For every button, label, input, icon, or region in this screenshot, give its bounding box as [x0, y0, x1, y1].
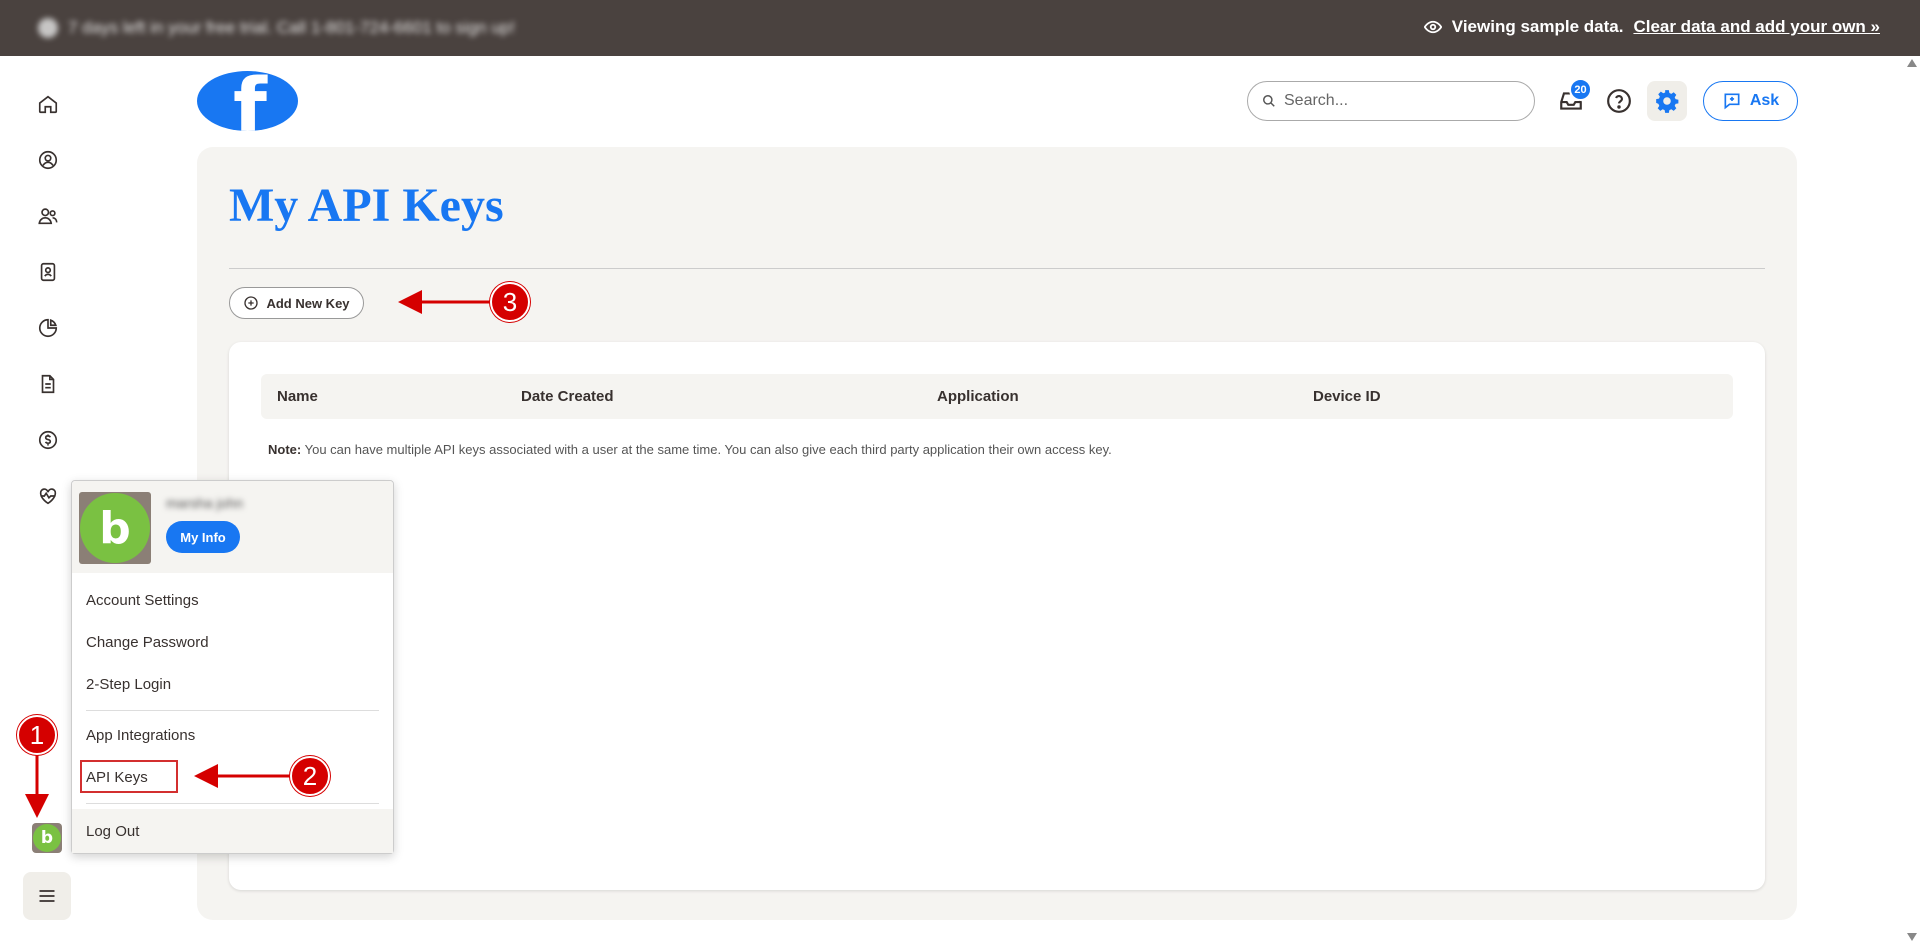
company-logo[interactable]: f: [197, 71, 298, 131]
people-icon[interactable]: [36, 204, 60, 228]
scroll-down-icon[interactable]: [1907, 933, 1917, 941]
log-out-label: Log Out: [86, 823, 140, 840]
column-name[interactable]: Name: [277, 388, 318, 405]
inbox-count-badge: 20: [1569, 78, 1592, 101]
logo-glyph: f: [233, 71, 267, 131]
menu-item-log-out[interactable]: Log Out: [72, 809, 393, 853]
search-icon: [1263, 95, 1275, 107]
step-3-marker: 3: [490, 282, 530, 322]
settings-button[interactable]: [1647, 81, 1687, 121]
scroll-up-icon[interactable]: [1907, 59, 1917, 67]
add-new-key-label: Add New Key: [266, 295, 350, 311]
viewing-text: Viewing sample data.: [1451, 17, 1624, 36]
menu-item-app-integrations[interactable]: App Integrations: [86, 727, 195, 744]
trial-banner: 7 days left in your free trial. Call 1-8…: [0, 0, 1920, 56]
gear-icon: [1656, 90, 1679, 113]
search-box[interactable]: [1247, 81, 1535, 121]
my-info-button[interactable]: My Info: [166, 521, 240, 553]
user-menu-header: b marsha john My Info: [72, 481, 393, 573]
trial-message: 7 days left in your free trial. Call 1-8…: [38, 17, 515, 39]
search-input[interactable]: [1284, 92, 1514, 110]
heart-pulse-icon[interactable]: [36, 484, 60, 508]
column-date-created[interactable]: Date Created: [521, 388, 614, 405]
dollar-icon[interactable]: [36, 428, 60, 452]
hamburger-icon: [39, 890, 55, 902]
pie-chart-icon[interactable]: [36, 316, 60, 340]
menu-divider: [86, 803, 379, 804]
note-text: You can have multiple API keys associate…: [304, 442, 1112, 457]
clock-icon: [38, 18, 58, 38]
clear-data-link[interactable]: Clear data and add your own »: [1633, 17, 1880, 37]
menu-item-2-step-login[interactable]: 2-Step Login: [86, 676, 171, 693]
api-keys-highlight: [80, 760, 178, 793]
menu-toggle-button[interactable]: [23, 872, 71, 920]
page-title: My API Keys: [229, 179, 504, 232]
eye-icon: [1423, 20, 1442, 34]
column-application[interactable]: Application: [937, 388, 1019, 405]
sample-data-notice: Viewing sample data. Clear data and add …: [1423, 17, 1880, 37]
avatar-glyph: b: [80, 493, 150, 563]
ask-button[interactable]: Ask: [1703, 81, 1798, 121]
table-header: Name Date Created Application Device ID: [261, 374, 1733, 419]
note-label: Note:: [268, 442, 302, 457]
home-icon[interactable]: [36, 92, 60, 116]
menu-item-change-password[interactable]: Change Password: [86, 634, 209, 651]
plus-circle-icon: [244, 296, 259, 310]
badge-icon[interactable]: [36, 260, 60, 284]
menu-divider: [86, 710, 379, 711]
user-avatar-button[interactable]: b: [32, 823, 62, 853]
document-icon[interactable]: [36, 372, 60, 396]
step-2-marker: 2: [290, 756, 330, 796]
column-device-id[interactable]: Device ID: [1313, 388, 1381, 405]
api-keys-card: [229, 342, 1765, 890]
user-name: marsha john: [166, 495, 244, 511]
step-1-marker: 1: [17, 715, 57, 755]
api-keys-note: Note: You can have multiple API keys ass…: [268, 442, 1112, 457]
user-avatar: b: [79, 492, 151, 564]
title-divider: [229, 268, 1765, 269]
help-icon[interactable]: [1603, 85, 1635, 117]
chat-sparkle-icon: [1724, 93, 1740, 110]
page-scrollbar[interactable]: [1904, 56, 1920, 945]
add-new-key-button[interactable]: Add New Key: [229, 287, 364, 319]
avatar-glyph-small: b: [33, 824, 61, 852]
menu-item-account-settings[interactable]: Account Settings: [86, 592, 199, 609]
ask-label: Ask: [1749, 92, 1780, 109]
trial-text: 7 days left in your free trial. Call 1-8…: [68, 18, 515, 37]
user-menu: b marsha john My Info Account Settings C…: [71, 480, 394, 854]
user-circle-icon[interactable]: [36, 148, 60, 172]
